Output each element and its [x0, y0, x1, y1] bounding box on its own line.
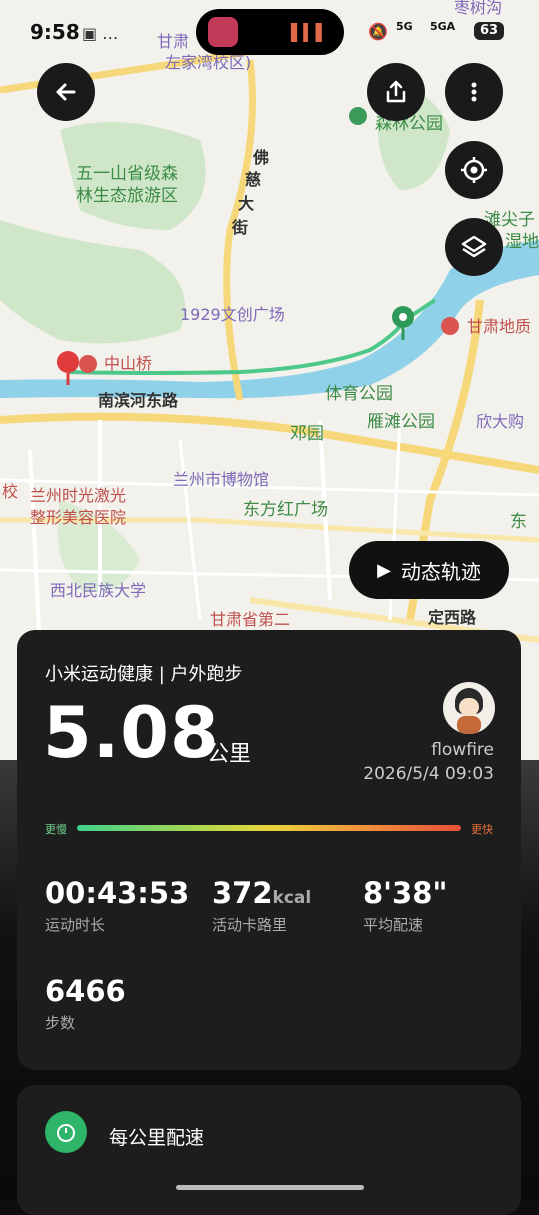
dynamic-island: ▌▍▌: [196, 9, 344, 55]
pace-section-title: 每公里配速: [109, 1127, 205, 1149]
calories-value: 372: [212, 876, 273, 910]
app-activity-title: 小米运动健康 | 户外跑步: [45, 664, 243, 685]
slow-label: 更慢: [45, 823, 67, 836]
more-button[interactable]: [445, 63, 503, 121]
user-name: flowfire: [431, 740, 494, 760]
pace-label: 平均配速: [363, 916, 424, 934]
map-label: 中山桥: [104, 354, 153, 373]
map-label: 雁滩公园: [367, 412, 435, 432]
calories-unit: kcal: [272, 888, 312, 908]
share-icon: [386, 80, 406, 103]
steps-value: 6466: [45, 974, 126, 1008]
fast-label: 更快: [471, 823, 493, 836]
map-label: 兰州市博物馆: [173, 470, 270, 489]
more-icon: [471, 82, 477, 102]
distance-unit: 公里: [207, 742, 252, 767]
back-button[interactable]: [37, 63, 95, 121]
pace-gradient-bar: [77, 825, 461, 831]
summary-card: 小米运动健康 | 户外跑步 5.08 公里 flowfire 2026/5/4 …: [17, 630, 521, 1070]
map-label: 大: [238, 194, 255, 213]
map-label: 定西路: [428, 608, 477, 627]
map-label: 校: [2, 482, 19, 501]
stat-pace: 8'38" 平均配速: [363, 876, 448, 935]
map-label: 整形美容医院: [30, 508, 127, 527]
duration-label: 运动时长: [45, 916, 106, 934]
dynamic-track-button[interactable]: ▶ 动态轨迹: [349, 541, 509, 599]
map-label: 慈: [245, 170, 262, 189]
locate-icon: [461, 157, 487, 183]
activity-datetime: 2026/5/4 09:03: [363, 764, 494, 784]
music-app-icon: [208, 17, 238, 47]
map-label: 佛: [253, 148, 270, 167]
status-time: 9:58: [30, 20, 80, 44]
map-label: 林生态旅游区: [76, 186, 178, 206]
map-label: 街: [232, 218, 249, 237]
map-label: 体育公园: [325, 384, 393, 404]
battery-indicator: 63: [474, 22, 504, 40]
map-label: 南滨河东路: [98, 391, 179, 410]
status-bar: 9:58 ▣ … ▌▍▌ 🔕 5G 5GA 63: [0, 0, 539, 62]
map-label: 湿地: [505, 232, 539, 252]
stat-duration: 00:43:53 运动时长: [45, 876, 189, 935]
dynamic-track-label: 动态轨迹: [400, 559, 481, 584]
share-button[interactable]: [367, 63, 425, 121]
map-label: 东方红广场: [243, 500, 328, 520]
back-arrow-icon: [56, 83, 76, 101]
layers-icon: [461, 235, 487, 258]
stat-steps: 6466 步数: [45, 974, 126, 1033]
map-label: 东: [510, 512, 527, 532]
play-icon: ▶: [377, 559, 391, 581]
notification-icon: ▣ …: [82, 24, 119, 43]
layers-button[interactable]: [445, 218, 503, 276]
locate-button[interactable]: [445, 141, 503, 199]
steps-label: 步数: [45, 1014, 76, 1032]
distance-value: 5.08: [43, 692, 220, 774]
home-indicator: [176, 1185, 364, 1190]
map-label: 五一山省级森: [76, 164, 178, 184]
pace-value: 8'38": [363, 876, 448, 910]
mute-icon: 🔕: [368, 22, 388, 41]
map-label: 1929文创广场: [180, 305, 285, 324]
calories-label: 活动卡路里: [212, 916, 288, 934]
map-label: 甘肃地质: [467, 317, 532, 336]
pace-section-card[interactable]: 每公里配速: [17, 1085, 521, 1215]
map-label: 欣大购: [476, 412, 525, 431]
stopwatch-icon: [45, 1111, 87, 1153]
map-label: 邓园: [290, 424, 324, 444]
map-label: 兰州时光激光: [30, 486, 127, 505]
audio-wave-icon: ▌▍▌: [291, 23, 328, 42]
duration-value: 00:43:53: [45, 876, 190, 910]
stat-calories: 372kcal 活动卡路里: [212, 876, 311, 935]
avatar[interactable]: [443, 682, 495, 734]
network-5ga: 5GA: [430, 20, 456, 33]
map-label: 甘肃省第二: [210, 610, 291, 629]
map-label: 西北民族大学: [50, 581, 147, 600]
network-5g: 5G: [396, 20, 413, 33]
